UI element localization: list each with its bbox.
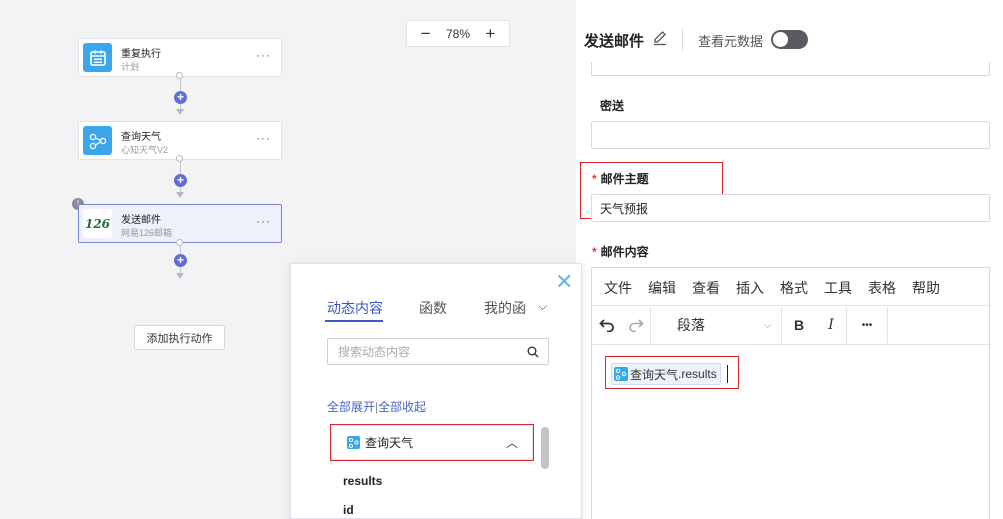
redo-icon[interactable]	[622, 318, 650, 332]
editor-toolbar: 段落 ⌵ B I •••	[592, 306, 991, 344]
connector-dot	[176, 155, 183, 162]
connector-dot	[176, 72, 183, 79]
paragraph-select-value: 段落	[677, 317, 705, 333]
text-caret	[726, 365, 728, 383]
node-title: 查询天气	[121, 132, 161, 143]
more-icon[interactable]: ···	[256, 214, 271, 228]
weather-flow-icon	[614, 367, 628, 381]
menu-file[interactable]: 文件	[604, 278, 632, 298]
metadata-toggle[interactable]	[771, 30, 808, 49]
add-action-button[interactable]: 添加执行动作	[134, 325, 225, 350]
arrow-down-icon	[176, 273, 184, 279]
more-icon[interactable]: ···	[256, 48, 271, 62]
search-placeholder: 搜索动态内容	[338, 345, 411, 359]
weather-flow-icon	[83, 126, 112, 155]
add-step-icon[interactable]: +	[174, 91, 187, 104]
edit-pencil-icon[interactable]	[652, 30, 668, 46]
close-icon[interactable]: ✕	[555, 271, 573, 293]
toolbar-divider	[592, 344, 991, 345]
zoom-out-button[interactable]: −	[421, 25, 431, 42]
tab-my-functions[interactable]: 我的函	[484, 298, 532, 318]
group-highlight	[330, 424, 534, 461]
view-metadata-label: 查看元数据	[698, 34, 764, 49]
expand-collapse-links: 全部展开|全部收起	[327, 398, 426, 415]
editor-menubar: 文件 编辑 查看 插入 格式 工具 表格 帮助	[604, 278, 956, 298]
popup-scrollbar[interactable]	[541, 427, 549, 469]
zoom-in-button[interactable]: +	[485, 25, 495, 42]
dynamic-search-input[interactable]: 搜索动态内容	[327, 338, 549, 365]
zoom-control: − 78% +	[406, 20, 510, 47]
collapse-all-link[interactable]: 全部收起	[378, 400, 426, 414]
field-id[interactable]: id	[343, 503, 354, 517]
rich-text-editor: 文件 编辑 查看 插入 格式 工具 表格 帮助 段落 ⌵ B I ••• 查询天…	[591, 267, 991, 519]
menu-view[interactable]: 查看	[692, 278, 720, 298]
expand-all-link[interactable]: 全部展开	[327, 400, 375, 414]
undo-icon[interactable]	[592, 318, 622, 332]
add-step-icon[interactable]: +	[174, 254, 187, 267]
field-results[interactable]: results	[343, 474, 382, 488]
token-field: .results	[678, 367, 717, 381]
bold-button[interactable]: B	[782, 317, 816, 333]
arrow-down-icon	[176, 192, 184, 198]
more-tools-button[interactable]: •••	[847, 320, 887, 331]
tab-functions[interactable]: 函数	[419, 298, 447, 318]
node-subtitle: 计划	[121, 62, 140, 72]
search-icon[interactable]	[527, 346, 539, 358]
panel-title: 发送邮件	[584, 33, 645, 50]
menu-insert[interactable]: 插入	[736, 278, 764, 298]
content-label: * 邮件内容	[592, 243, 649, 260]
italic-button[interactable]: I	[816, 317, 846, 333]
menu-edit[interactable]: 编辑	[648, 278, 676, 298]
subject-label-text: 邮件主题	[600, 172, 649, 186]
node-title: 发送邮件	[121, 215, 161, 226]
properties-panel: 发送邮件 查看元数据 密送 * 邮件主题 天气预报 * 邮件内容 文件 编辑 查看 …	[568, 0, 1003, 519]
arrow-down-icon	[176, 109, 184, 115]
flow-node-send-mail[interactable]: 126 发送邮件 网易126邮箱 ···	[78, 204, 282, 243]
connector-dot	[176, 239, 183, 246]
tab-dynamic-content[interactable]: 动态内容	[327, 298, 383, 318]
node-subtitle: 心知天气V2	[121, 145, 169, 155]
token-source: 查询天气	[630, 367, 679, 382]
toolbar-separator	[887, 307, 888, 343]
chevron-down-icon: ⌵	[764, 319, 771, 330]
mail126-icon-text: 126	[84, 216, 111, 231]
more-icon[interactable]: ···	[256, 131, 271, 145]
dynamic-token-chip[interactable]: 查询天气 .results	[611, 363, 721, 385]
menu-table[interactable]: 表格	[868, 278, 896, 298]
editor-body[interactable]: 查询天气 .results	[611, 363, 728, 385]
subject-input[interactable]: 天气预报	[591, 194, 990, 222]
menu-help[interactable]: 帮助	[912, 278, 940, 298]
toggle-knob	[773, 32, 788, 47]
paragraph-select[interactable]: 段落 ⌵	[651, 315, 781, 335]
bcc-input[interactable]	[591, 121, 990, 149]
chevron-down-icon[interactable]: ⌵	[538, 299, 547, 314]
content-label-text: 邮件内容	[600, 245, 649, 259]
active-tab-indicator	[325, 320, 383, 322]
required-mark: *	[592, 245, 597, 259]
dynamic-content-popup: ✕ 动态内容 函数 我的函 ⌵ 搜索动态内容 全部展开|全部收起 查询天气 ︿ …	[290, 263, 582, 519]
mail126-icon: 126	[83, 209, 112, 238]
menu-format[interactable]: 格式	[780, 278, 808, 298]
required-mark: *	[592, 172, 597, 186]
title-divider	[682, 28, 683, 50]
node-subtitle: 网易126邮箱	[121, 228, 173, 238]
previous-field-input[interactable]	[591, 62, 990, 76]
zoom-level: 78%	[445, 26, 470, 41]
subject-label: * 邮件主题	[592, 170, 649, 187]
bcc-label: 密送	[600, 99, 625, 113]
node-title: 重复执行	[121, 49, 161, 60]
add-step-icon[interactable]: +	[174, 174, 187, 187]
menu-tools[interactable]: 工具	[824, 278, 852, 298]
calendar-icon	[83, 43, 112, 72]
